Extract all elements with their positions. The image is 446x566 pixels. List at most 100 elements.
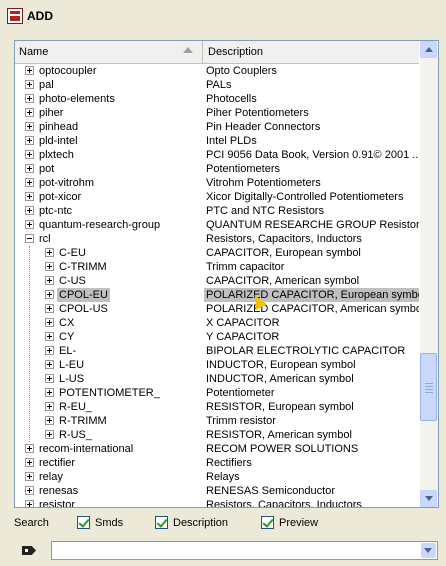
tree-row[interactable]: CY Y CAPACITOR xyxy=(15,330,419,344)
tree-row[interactable]: quantum-research-group QUANTUM RESEARCHE … xyxy=(15,218,419,232)
expand-icon[interactable] xyxy=(45,416,54,425)
tree-row-description: Piher Potentiometers xyxy=(206,107,309,119)
expand-icon[interactable] xyxy=(25,444,34,453)
tree-row[interactable]: rectifier Rectifiers xyxy=(15,456,419,470)
scroll-down-button[interactable] xyxy=(420,490,437,507)
expand-icon[interactable] xyxy=(25,94,34,103)
tree-row[interactable]: pinhead Pin Header Connectors xyxy=(15,120,419,134)
tree-row-name: C-US xyxy=(59,275,86,287)
expand-icon[interactable] xyxy=(45,304,54,313)
tree-row[interactable]: resistor Resistors, Capacitors, Inductors xyxy=(15,498,419,508)
tree-row[interactable]: photo-elements Photocells xyxy=(15,92,419,106)
tree-row[interactable]: relay Relays xyxy=(15,470,419,484)
description-checkbox[interactable] xyxy=(155,516,168,529)
expand-icon[interactable] xyxy=(45,318,54,327)
tree-row[interactable]: piher Piher Potentiometers xyxy=(15,106,419,120)
tree-row-name: EL- xyxy=(59,345,77,357)
tree-row[interactable]: ptc-ntc PTC and NTC Resistors xyxy=(15,204,419,218)
tree-row[interactable]: CPOL-US POLARIZED CAPACITOR, American sym… xyxy=(15,302,419,316)
tree-row[interactable]: C-TRIMM Trimm capacitor xyxy=(15,260,419,274)
expand-icon[interactable] xyxy=(25,80,34,89)
tree-row[interactable]: rcl Resistors, Capacitors, Inductors xyxy=(15,232,419,246)
expand-icon[interactable] xyxy=(45,360,54,369)
expand-icon[interactable] xyxy=(25,150,34,159)
tree-row-description: RECOM POWER SOLUTIONS xyxy=(206,443,359,455)
tree-row-name: POTENTIOMETER_ xyxy=(59,387,160,399)
tree-row[interactable]: recom-international RECOM POWER SOLUTIONS xyxy=(15,442,419,456)
tree-row[interactable]: L-US INDUCTOR, American symbol xyxy=(15,372,419,386)
tree-row[interactable]: C-US CAPACITOR, American symbol xyxy=(15,274,419,288)
expand-icon[interactable] xyxy=(25,500,34,507)
tree-row[interactable]: pot-xicor Xicor Digitally-Controlled Pote… xyxy=(15,190,419,204)
tree-row-description: Photocells xyxy=(206,93,257,105)
tree-row-description: Y CAPACITOR xyxy=(206,331,280,343)
expand-icon[interactable] xyxy=(25,192,34,201)
tree-row-name: L-EU xyxy=(59,359,85,371)
expand-icon[interactable] xyxy=(25,178,34,187)
tree-row[interactable]: POTENTIOMETER_ Potentiometer xyxy=(15,386,419,400)
expand-icon[interactable] xyxy=(25,458,34,467)
tree-row-description: X CAPACITOR xyxy=(206,317,280,329)
tree-row[interactable]: R-TRIMM Trimm resistor xyxy=(15,414,419,428)
column-header-name[interactable]: Name xyxy=(15,41,203,63)
expand-icon[interactable] xyxy=(25,164,34,173)
tree-row[interactable]: pld-intel Intel PLDs xyxy=(15,134,419,148)
scroll-up-button[interactable] xyxy=(420,41,437,58)
expand-icon[interactable] xyxy=(45,290,54,299)
tree-row[interactable]: pot Potentiometers xyxy=(15,162,419,176)
tree-row[interactable]: CX X CAPACITOR xyxy=(15,316,419,330)
expand-icon[interactable] xyxy=(25,472,34,481)
preview-label: Preview xyxy=(279,517,319,529)
column-header-description[interactable]: Description xyxy=(204,41,419,63)
tree-row-name: R-TRIMM xyxy=(59,415,107,427)
tree-row-name: R-US_ xyxy=(59,429,93,441)
expand-icon[interactable] xyxy=(45,346,54,355)
expand-icon[interactable] xyxy=(45,262,54,271)
tree-row[interactable]: R-EU_ RESISTOR, European symbol xyxy=(15,400,419,414)
expand-icon[interactable] xyxy=(25,486,34,495)
tree-row-name: CY xyxy=(59,331,75,343)
expand-icon[interactable] xyxy=(45,248,54,257)
tree-row-description: Resistors, Capacitors, Inductors xyxy=(206,499,362,508)
tree-row[interactable]: EL- BIPOLAR ELECTROLYTIC CAPACITOR xyxy=(15,344,419,358)
tree-row[interactable]: renesas RENESAS Semiconductor xyxy=(15,484,419,498)
expand-icon[interactable] xyxy=(45,374,54,383)
grip-line xyxy=(425,386,433,387)
tree-row-description: Potentiometers xyxy=(206,163,280,175)
tree-row-description: Resistors, Capacitors, Inductors xyxy=(206,233,362,245)
search-input[interactable] xyxy=(51,541,438,560)
expand-icon[interactable] xyxy=(45,332,54,341)
expand-icon[interactable] xyxy=(25,206,34,215)
tree-row-name: rcl xyxy=(39,233,51,245)
expand-icon[interactable] xyxy=(25,108,34,117)
expand-icon[interactable] xyxy=(25,122,34,131)
scroll-thumb[interactable] xyxy=(420,353,437,421)
vertical-scrollbar[interactable] xyxy=(420,41,438,507)
tree-row-name: photo-elements xyxy=(39,93,115,105)
tree-row[interactable]: pot-vitrohm Vitrohm Potentiometers xyxy=(15,176,419,190)
tree-row-name: C-EU xyxy=(59,247,86,259)
expand-icon[interactable] xyxy=(45,276,54,285)
tree-row-name: CPOL-US xyxy=(59,303,108,315)
expand-icon[interactable] xyxy=(25,220,34,229)
search-dropdown-button[interactable] xyxy=(421,543,436,558)
tree-row[interactable]: R-US_ RESISTOR, American symbol xyxy=(15,428,419,442)
tree-row[interactable]: optocoupler Opto Couplers xyxy=(15,64,419,78)
tree-row[interactable]: CPOL-EU POLARIZED CAPACITOR, European sym… xyxy=(15,288,419,302)
collapse-icon[interactable] xyxy=(25,234,34,243)
preview-checkbox[interactable] xyxy=(261,516,274,529)
expand-icon[interactable] xyxy=(25,136,34,145)
tree-row[interactable]: pal PALs xyxy=(15,78,419,92)
expand-icon[interactable] xyxy=(25,66,34,75)
tree-row-description: INDUCTOR, American symbol xyxy=(206,373,354,385)
tree-row[interactable]: plxtech PCI 9056 Data Book, Version 0.91©… xyxy=(15,148,419,162)
smds-checkbox[interactable] xyxy=(77,516,90,529)
tree-row-description: PCI 9056 Data Book, Version 0.91© 2001 .… xyxy=(206,149,419,161)
library-tree[interactable]: Name Description optocoupler Opto Coupler… xyxy=(14,40,439,508)
tree-row[interactable]: L-EU INDUCTOR, European symbol xyxy=(15,358,419,372)
expand-icon[interactable] xyxy=(45,430,54,439)
tree-row[interactable]: C-EU CAPACITOR, European symbol xyxy=(15,246,419,260)
tree-row-description: RENESAS Semiconductor xyxy=(206,485,335,497)
expand-icon[interactable] xyxy=(45,388,54,397)
expand-icon[interactable] xyxy=(45,402,54,411)
